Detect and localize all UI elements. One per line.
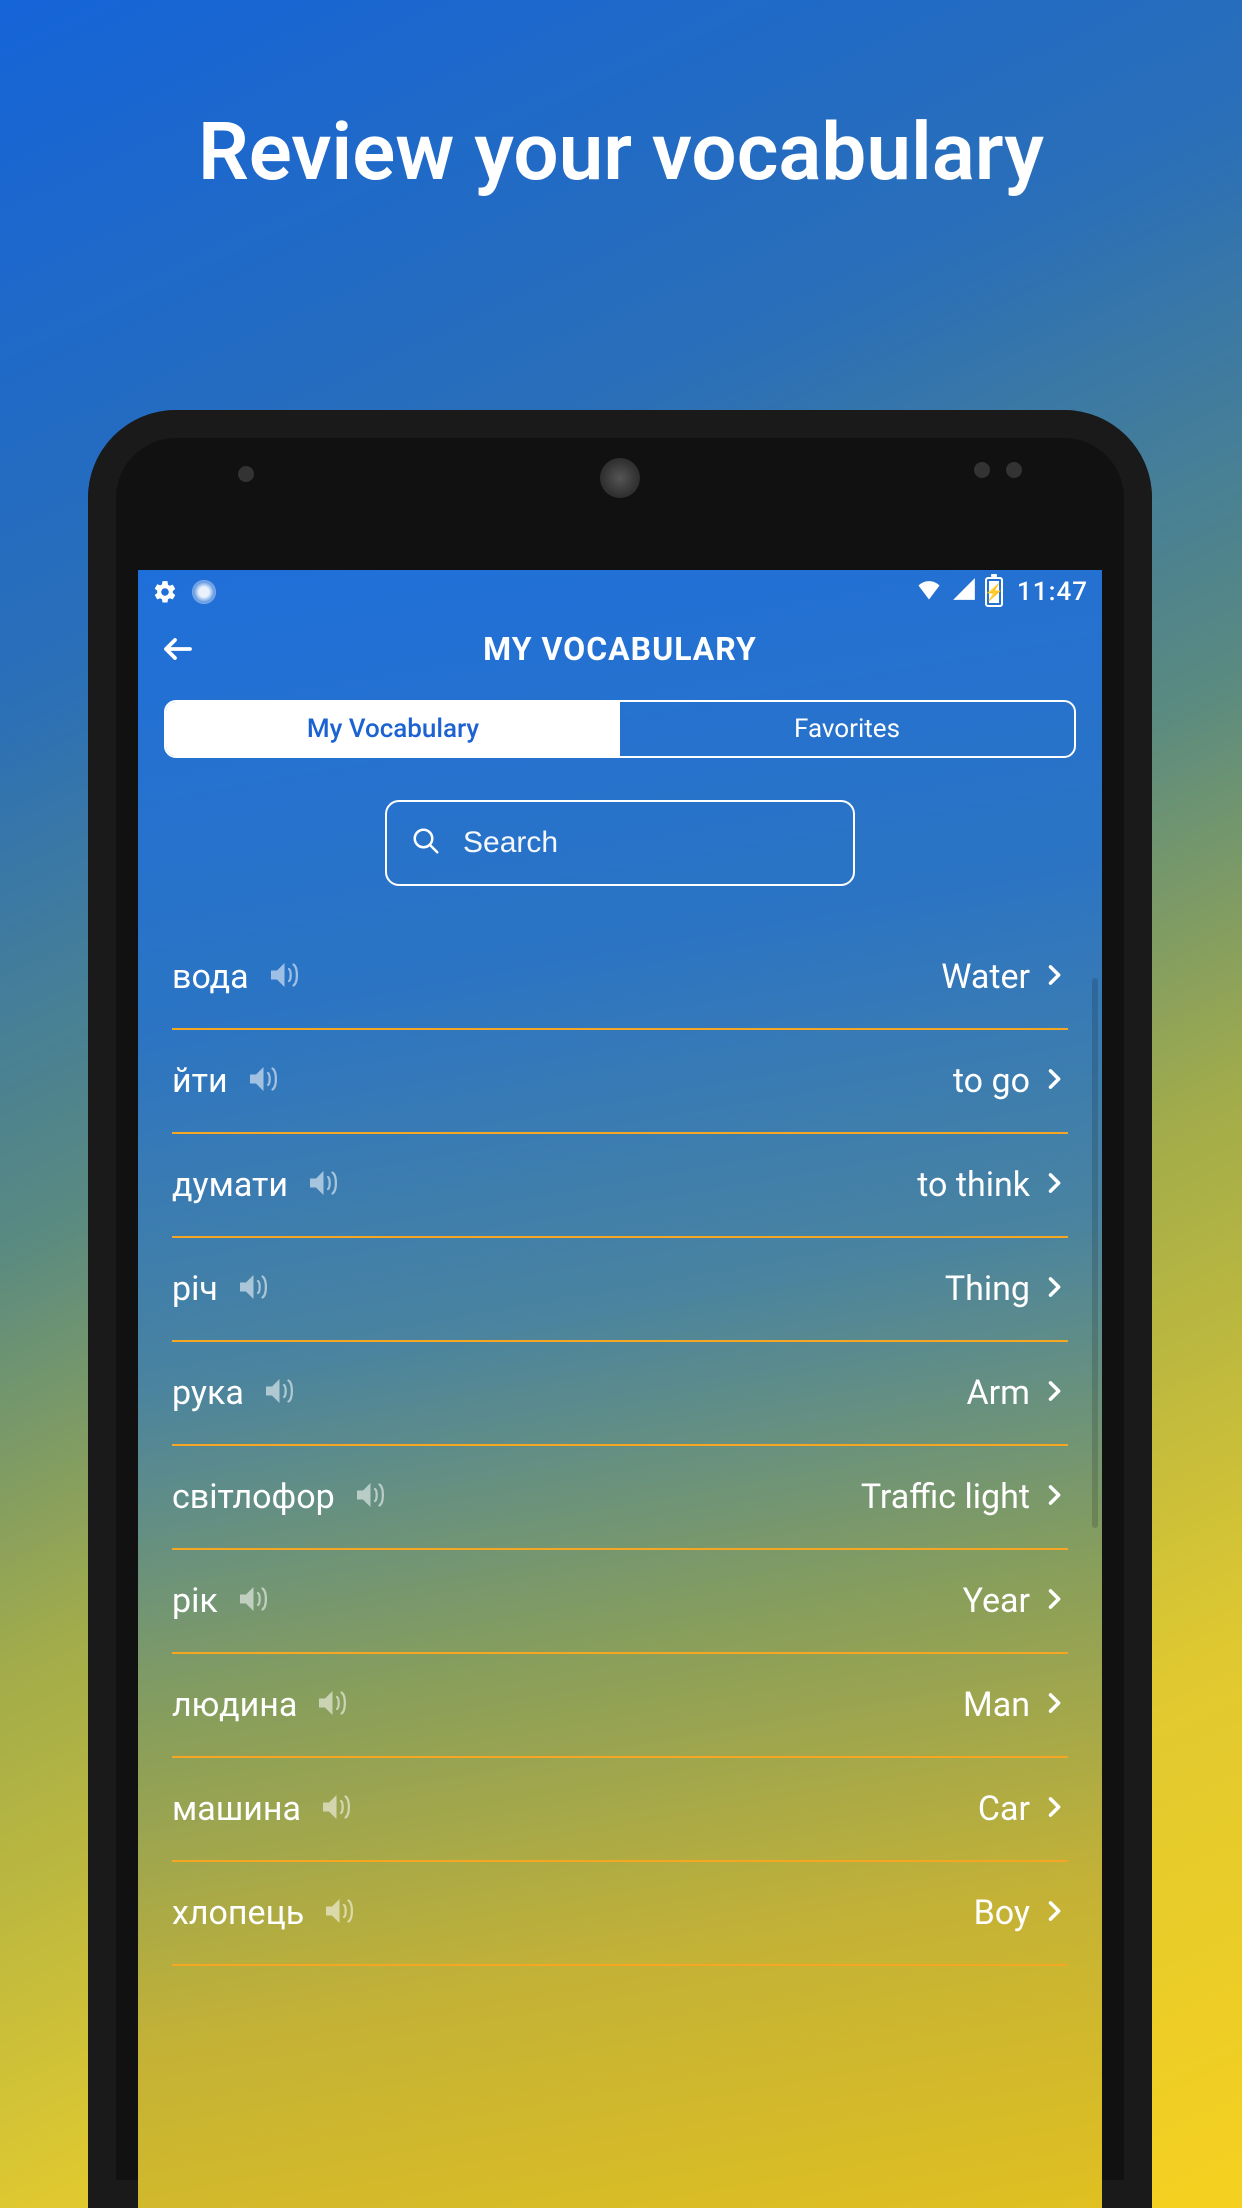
source-word: думати (172, 1165, 288, 1205)
target-word: Man (963, 1685, 1030, 1725)
sound-icon[interactable] (317, 1789, 353, 1829)
target-word: Car (978, 1789, 1030, 1829)
sound-icon[interactable] (234, 1269, 270, 1309)
source-word: машина (172, 1789, 301, 1829)
source-word: світлофор (172, 1477, 335, 1517)
status-bar: ⚡ 11:47 (138, 570, 1102, 614)
vocab-row[interactable]: думати to think (172, 1134, 1068, 1238)
chevron-right-icon (1040, 1377, 1068, 1409)
target-word: Arm (966, 1373, 1030, 1413)
vocab-row[interactable]: хлопець Boy (172, 1862, 1068, 1966)
scrollbar[interactable] (1092, 978, 1098, 1528)
phone-speaker (600, 458, 640, 498)
promo-title: Review your vocabulary (0, 105, 1242, 199)
sound-icon[interactable] (313, 1685, 349, 1725)
chevron-right-icon (1040, 1585, 1068, 1617)
tab-segment: My Vocabulary Favorites (164, 700, 1076, 758)
phone-dots (974, 462, 1022, 478)
battery-icon: ⚡ (985, 577, 1003, 607)
chevron-right-icon (1040, 1897, 1068, 1929)
vocab-row[interactable]: людина Man (172, 1654, 1068, 1758)
vocab-row[interactable]: вода Water (172, 926, 1068, 1030)
status-time: 11:47 (1017, 577, 1088, 607)
target-word: Thing (945, 1269, 1030, 1309)
phone-frame: ⚡ 11:47 MY VOCABULARY My Vocabulary Favo… (88, 410, 1152, 2208)
target-word: to go (953, 1061, 1030, 1101)
app-header: MY VOCABULARY (138, 614, 1102, 684)
phone-screen: ⚡ 11:47 MY VOCABULARY My Vocabulary Favo… (138, 570, 1102, 2208)
phone-sensor (238, 466, 254, 482)
target-word: Traffic light (861, 1477, 1030, 1517)
vocab-row[interactable]: рука Arm (172, 1342, 1068, 1446)
chevron-right-icon (1040, 1273, 1068, 1305)
source-word: хлопець (172, 1893, 304, 1933)
vocab-row[interactable]: рік Year (172, 1550, 1068, 1654)
target-word: Boy (974, 1893, 1030, 1933)
vocab-row[interactable]: річ Thing (172, 1238, 1068, 1342)
signal-icon (951, 576, 977, 608)
chevron-right-icon (1040, 1169, 1068, 1201)
tab-my-vocabulary[interactable]: My Vocabulary (166, 702, 620, 756)
source-word: йти (172, 1061, 228, 1101)
source-word: річ (172, 1269, 218, 1309)
vocab-row[interactable]: машина Car (172, 1758, 1068, 1862)
chevron-right-icon (1040, 1793, 1068, 1825)
wifi-icon (915, 575, 943, 609)
vocab-row[interactable]: йти to go (172, 1030, 1068, 1134)
chevron-right-icon (1040, 1481, 1068, 1513)
chevron-right-icon (1040, 1065, 1068, 1097)
gear-icon (152, 579, 178, 605)
target-word: to think (917, 1165, 1030, 1205)
chevron-right-icon (1040, 1689, 1068, 1721)
source-word: людина (172, 1685, 297, 1725)
vocab-list: вода Water йти to go (138, 926, 1102, 1966)
search-input[interactable] (463, 826, 849, 860)
tab-favorites[interactable]: Favorites (620, 702, 1074, 756)
vocab-row[interactable]: світлофор Traffic light (172, 1446, 1068, 1550)
sound-icon[interactable] (304, 1165, 340, 1205)
search-box[interactable] (385, 800, 855, 886)
source-word: вода (172, 957, 249, 997)
source-word: рік (172, 1581, 218, 1621)
search-icon (411, 826, 441, 860)
page-title: MY VOCABULARY (138, 630, 1102, 668)
sound-icon[interactable] (265, 957, 301, 997)
sound-icon[interactable] (234, 1581, 270, 1621)
source-word: рука (172, 1373, 244, 1413)
sound-icon[interactable] (244, 1061, 280, 1101)
sound-icon[interactable] (351, 1477, 387, 1517)
sound-icon[interactable] (260, 1373, 296, 1413)
target-word: Water (941, 957, 1030, 997)
sound-icon[interactable] (320, 1893, 356, 1933)
chevron-right-icon (1040, 961, 1068, 993)
target-word: Year (963, 1581, 1030, 1621)
loading-icon (192, 580, 216, 604)
